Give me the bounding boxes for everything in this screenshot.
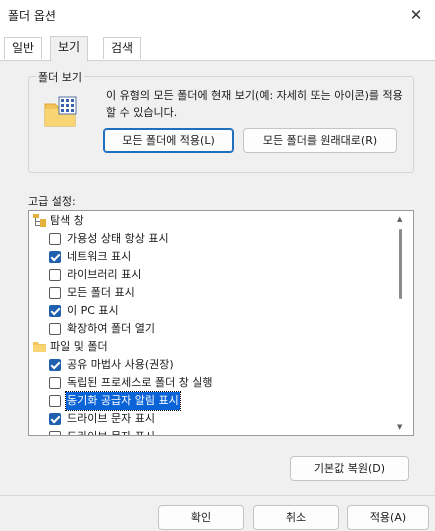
ok-button[interactable]: 확인 bbox=[158, 505, 244, 530]
checkbox[interactable] bbox=[49, 413, 61, 425]
apply-to-folders-button[interactable]: 모든 폴더에 적용(L) bbox=[103, 128, 234, 153]
setting-sharing-wizard[interactable]: 공유 마법사 사용(권장) bbox=[29, 356, 391, 374]
checkbox[interactable] bbox=[49, 431, 61, 435]
setting-label: 드라이브 문자 표시 bbox=[67, 428, 155, 435]
scroll-down-icon[interactable]: ▼ bbox=[397, 423, 402, 431]
restore-defaults-button[interactable]: 기본값 복원(D) bbox=[290, 456, 409, 481]
setting-expand-to-open-folder[interactable]: 확장하여 폴더 열기 bbox=[29, 320, 391, 338]
tab-general[interactable]: 일반 bbox=[4, 37, 43, 59]
setting-label: 동기화 공급자 알림 표시 bbox=[65, 391, 181, 411]
checkbox[interactable] bbox=[49, 251, 61, 263]
checkbox[interactable] bbox=[49, 305, 61, 317]
tab-search[interactable]: 검색 bbox=[103, 37, 142, 59]
category-files-and-folders: 파일 및 폴더 bbox=[29, 338, 391, 356]
setting-label: 독립된 프로세스로 폴더 창 실행 bbox=[67, 376, 213, 389]
setting-label: 네트워크 표시 bbox=[67, 250, 132, 263]
setting-label: 이 PC 표시 bbox=[67, 304, 119, 317]
setting-label: 드라이브 문자 표시 bbox=[67, 412, 155, 425]
checkbox[interactable] bbox=[49, 287, 61, 299]
setting-label: 확장하여 폴더 열기 bbox=[67, 322, 155, 335]
apply-button[interactable]: 적용(A) bbox=[347, 505, 429, 530]
category-label: 파일 및 폴더 bbox=[50, 340, 108, 353]
tree-scrollbar[interactable]: ▲ ▼ bbox=[391, 211, 413, 435]
advanced-settings-tree[interactable]: 탐색 창 가용성 상태 항상 표시 네트워크 표시 라이브러리 표시 모든 폴더… bbox=[28, 210, 414, 436]
category-label: 탐색 창 bbox=[50, 214, 84, 227]
checkbox[interactable] bbox=[49, 233, 61, 245]
setting-label: 라이브러리 표시 bbox=[67, 268, 142, 281]
checkbox[interactable] bbox=[49, 323, 61, 335]
setting-label: 모든 폴더 표시 bbox=[67, 286, 135, 299]
checkbox[interactable] bbox=[49, 377, 61, 389]
cancel-button[interactable]: 취소 bbox=[253, 505, 339, 530]
setting-partially-hidden[interactable]: 드라이브 문자 표시 bbox=[29, 428, 391, 435]
folder-view-icon bbox=[44, 96, 77, 127]
close-icon[interactable]: ✕ bbox=[405, 4, 427, 26]
setting-show-all-folders[interactable]: 모든 폴더 표시 bbox=[29, 284, 391, 302]
window-title: 폴더 옵션 bbox=[8, 9, 56, 23]
setting-separate-process[interactable]: 독립된 프로세스로 폴더 창 실행 bbox=[29, 374, 391, 392]
folder-views-description: 이 유형의 모든 폴더에 현재 보기(예: 자세히 또는 아이콘)를 적용할 수… bbox=[106, 89, 403, 119]
reset-folders-button[interactable]: 모든 폴더를 원래대로(R) bbox=[243, 128, 397, 153]
setting-sync-provider-notifications[interactable]: 동기화 공급자 알림 표시 bbox=[29, 391, 391, 411]
category-navigation-pane: 탐색 창 bbox=[29, 212, 391, 230]
folder-views-label: 폴더 보기 bbox=[36, 69, 84, 85]
folder-icon bbox=[33, 342, 46, 352]
setting-always-show-availability[interactable]: 가용성 상태 항상 표시 bbox=[29, 230, 391, 248]
advanced-settings-label: 고급 설정: bbox=[28, 195, 76, 208]
setting-show-drive-letters[interactable]: 드라이브 문자 표시 bbox=[29, 410, 391, 428]
setting-show-network[interactable]: 네트워크 표시 bbox=[29, 248, 391, 266]
setting-show-libraries[interactable]: 라이브러리 표시 bbox=[29, 266, 391, 284]
title-bar: 폴더 옵션 ✕ bbox=[0, 0, 435, 30]
checkbox[interactable] bbox=[49, 269, 61, 281]
setting-label: 공유 마법사 사용(권장) bbox=[67, 358, 174, 371]
tab-strip: 일반 보기 검색 bbox=[0, 30, 435, 62]
setting-label: 가용성 상태 항상 표시 bbox=[67, 232, 169, 245]
checkbox[interactable] bbox=[49, 395, 61, 407]
setting-show-this-pc[interactable]: 이 PC 표시 bbox=[29, 302, 391, 320]
scroll-up-icon[interactable]: ▲ bbox=[397, 215, 402, 223]
scrollbar-thumb[interactable] bbox=[399, 229, 402, 299]
checkbox[interactable] bbox=[49, 359, 61, 371]
navigation-pane-icon bbox=[33, 214, 46, 227]
footer-divider bbox=[0, 495, 435, 496]
tab-view[interactable]: 보기 bbox=[50, 36, 89, 62]
